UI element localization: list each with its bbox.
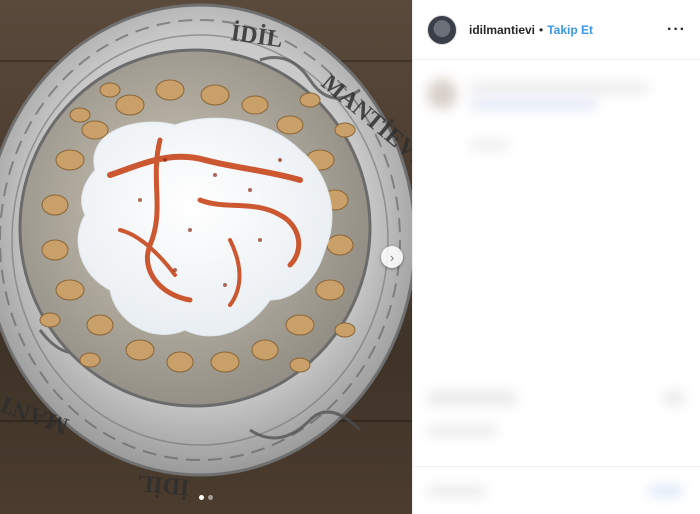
carousel-dots (0, 495, 412, 501)
blurred-action-row (427, 391, 517, 405)
post-photo[interactable]: İDİL MANTİEVİ MANTI İDİL › (0, 0, 412, 514)
blurred-likes (427, 426, 497, 436)
blurred-comments-area (413, 61, 700, 514)
chevron-right-icon: › (389, 249, 395, 265)
manti-plate-illustration: İDİL MANTİEVİ MANTI İDİL (0, 3, 412, 500)
follow-button[interactable]: Takip Et (547, 23, 593, 37)
carousel-dot-1 (199, 495, 204, 500)
blurred-line (469, 99, 599, 109)
header-separator: • (539, 22, 544, 37)
blurred-post-button (648, 486, 683, 496)
post-header: idilmantievi • Takip Et ··· (413, 0, 700, 60)
blurred-bookmark (663, 391, 685, 405)
username-link[interactable]: idilmantievi (469, 23, 535, 37)
user-avatar[interactable] (427, 14, 457, 45)
post-side-panel: idilmantievi • Takip Et ··· (412, 0, 700, 514)
blurred-line (469, 141, 509, 149)
carousel-dot-2 (208, 495, 213, 500)
blurred-avatar (427, 79, 457, 109)
carousel-next-button[interactable]: › (381, 246, 403, 268)
more-options-icon[interactable]: ··· (667, 21, 686, 39)
blurred-line (469, 83, 649, 93)
blurred-comment-input (427, 486, 487, 496)
blurred-divider (413, 466, 700, 467)
